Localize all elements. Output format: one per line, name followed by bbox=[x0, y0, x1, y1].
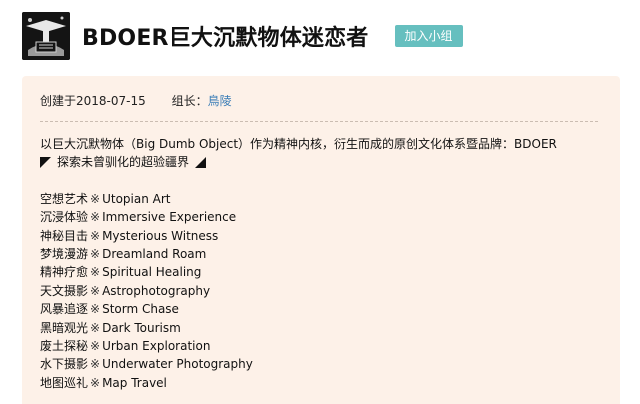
list-item: 风暴追逐 ※ Storm Chase bbox=[40, 302, 179, 317]
group-meta: 创建于2018-07-15 组长：鳥陵 bbox=[40, 92, 232, 109]
group-description: 以巨大沉默物体（Big Dumb Object）作为精神内核，衍生而成的原创文化… bbox=[40, 135, 557, 392]
list-item: 水下摄影 ※ Underwater Photography bbox=[40, 357, 253, 372]
intro-text: 以巨大沉默物体（Big Dumb Object）作为精神内核，衍生而成的原创文化… bbox=[40, 137, 557, 151]
triangle-left-icon bbox=[40, 157, 51, 169]
group-header: BDOER巨大沉默物体迷恋者 加入小组 bbox=[22, 12, 463, 60]
group-page: BDOER巨大沉默物体迷恋者 加入小组 创建于2018-07-15 组长：鳥陵 … bbox=[0, 0, 640, 404]
group-title: BDOER巨大沉默物体迷恋者 bbox=[82, 26, 369, 51]
theme-list: 空想艺术 ※ Utopian Art 沉浸体验 ※ Immersive Experien… bbox=[40, 190, 557, 392]
list-item: 梦境漫游 ※ Dreamland Roam bbox=[40, 247, 207, 262]
leader-link[interactable]: 鳥陵 bbox=[208, 94, 232, 108]
group-logo-icon bbox=[22, 12, 70, 60]
leader-label: 组长： bbox=[171, 94, 208, 108]
tagline-text: 探索未曾驯化的超验疆界 bbox=[57, 155, 190, 170]
list-item: 精神疗愈 ※ Spiritual Healing bbox=[40, 265, 202, 280]
list-item: 空想艺术 ※ Utopian Art bbox=[40, 191, 171, 206]
list-item: 天文摄影 ※ Astrophotography bbox=[40, 283, 211, 298]
list-item: 沉浸体验 ※ Immersive Experience bbox=[40, 210, 237, 225]
tagline: 探索未曾驯化的超验疆界 bbox=[40, 153, 557, 171]
created-date: 创建于2018-07-15 bbox=[40, 94, 146, 108]
dashed-divider bbox=[40, 121, 598, 122]
list-item: 神秘目击 ※ Mysterious Witness bbox=[40, 228, 219, 243]
triangle-right-icon bbox=[195, 157, 207, 169]
join-group-button[interactable]: 加入小组 bbox=[394, 25, 463, 47]
list-item: 地图巡礼 ※ Map Travel bbox=[40, 375, 167, 390]
list-item: 黑暗观光 ※ Dark Tourism bbox=[40, 320, 181, 335]
list-item: 废土探秘 ※ Urban Exploration bbox=[40, 339, 211, 354]
group-info-card: 创建于2018-07-15 组长：鳥陵 以巨大沉默物体（Big Dumb Obj… bbox=[22, 76, 620, 404]
